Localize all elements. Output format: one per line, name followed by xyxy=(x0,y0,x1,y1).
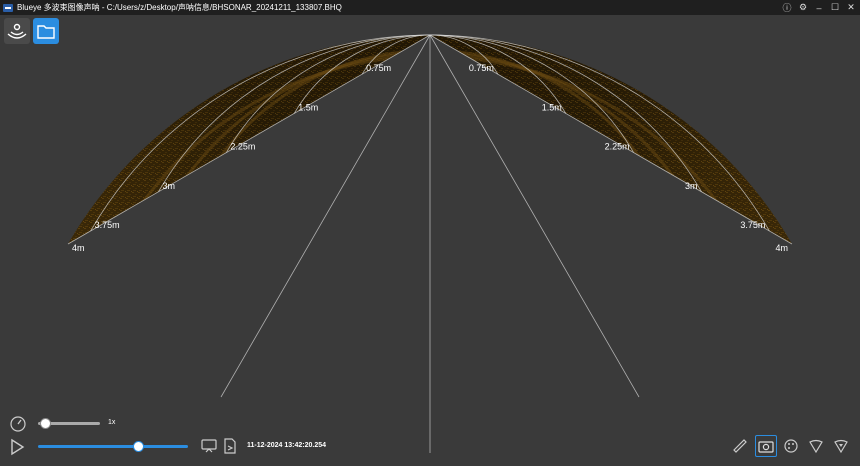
range-label-left: 2.25m xyxy=(605,142,630,152)
folder-icon xyxy=(37,25,55,39)
sonar-display[interactable]: 0.75m 1.5m 2.25m 3m 3.75m 4m 0.75m 1.5m 2.25m 3m 3… xyxy=(0,0,860,466)
range-label-right: 1.5m xyxy=(298,102,318,112)
speed-gauge-icon xyxy=(10,416,26,432)
ruler-icon xyxy=(733,439,747,453)
camera-icon xyxy=(758,441,774,453)
range-label-left: 3m xyxy=(685,181,698,191)
palette-button[interactable] xyxy=(781,436,801,456)
sector-filter-icon xyxy=(834,439,848,454)
range-label-right: 4m xyxy=(72,243,85,253)
speed-label: 1x xyxy=(108,419,116,426)
play-icon[interactable] xyxy=(8,437,26,457)
open-file-button[interactable] xyxy=(33,18,59,44)
export-file-icon[interactable] xyxy=(222,437,238,455)
loop-icon[interactable] xyxy=(200,438,218,454)
sector-down-icon xyxy=(809,439,823,454)
range-label-right: 2.25m xyxy=(230,142,255,152)
range-label-left: 0.75m xyxy=(469,63,494,73)
progress-slider[interactable] xyxy=(38,440,190,452)
sector-filter-button[interactable] xyxy=(831,436,851,456)
palette-icon xyxy=(784,439,798,453)
sector-down-button[interactable] xyxy=(806,436,826,456)
sonar-icon xyxy=(7,23,27,39)
range-label-right: 0.75m xyxy=(366,63,391,73)
range-label-left: 1.5m xyxy=(542,102,562,112)
range-label-left: 3.75m xyxy=(740,220,765,230)
snapshot-button[interactable] xyxy=(755,435,777,457)
range-label-right: 3.75m xyxy=(95,220,120,230)
range-label-left: 4m xyxy=(775,243,788,253)
sonar-connect-button[interactable] xyxy=(4,18,30,44)
measure-button[interactable] xyxy=(730,436,750,456)
range-grid xyxy=(67,34,793,453)
timestamp: 11-12-2024 13:42:20.254 xyxy=(247,442,327,449)
speed-slider[interactable] xyxy=(38,418,102,429)
range-label-right: 3m xyxy=(163,181,176,191)
